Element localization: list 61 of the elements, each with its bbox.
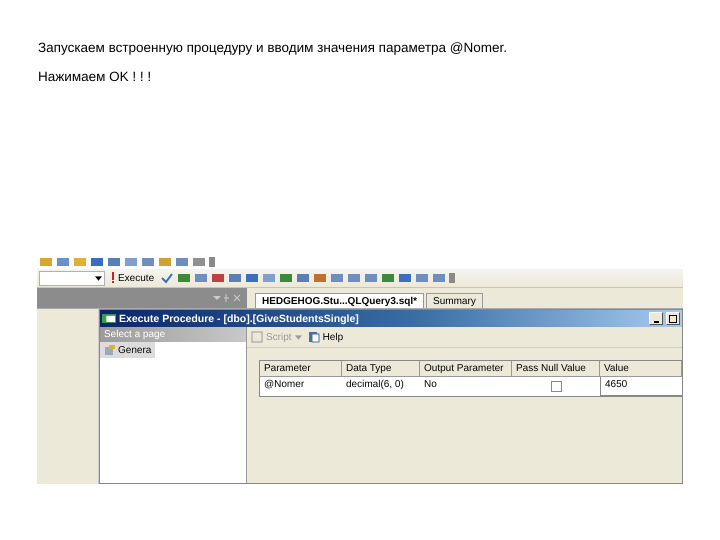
table-cell-text: No [423, 378, 438, 392]
toolbar-icon[interactable] [296, 272, 310, 284]
toolbar-icon[interactable] [192, 256, 206, 268]
execute-button[interactable]: Execute [108, 272, 158, 284]
panel-controls-icon[interactable] [211, 293, 241, 303]
toolbar-icon[interactable] [141, 256, 155, 268]
toolbar-icon[interactable] [73, 256, 87, 268]
overflow-icon[interactable] [449, 273, 456, 283]
document-tab[interactable]: Summary [426, 293, 483, 308]
toolbar-icon[interactable] [313, 272, 328, 284]
toolbar-icon[interactable] [262, 272, 276, 284]
toolbar-icon[interactable] [228, 272, 242, 284]
toolbar-icon[interactable] [381, 272, 396, 284]
toolbar-icon[interactable] [177, 272, 192, 284]
overflow-icon[interactable] [209, 256, 215, 266]
table-cell-text: @Nomer [263, 378, 306, 392]
minimize-button[interactable] [649, 312, 663, 325]
exclamation-icon [111, 272, 115, 284]
page-icon [104, 344, 116, 356]
column-header[interactable]: Output Parameter [420, 361, 512, 377]
instruction-text: Запускаем встроенную процедуру и вводим значения параметра @Nomer. [37, 39, 508, 57]
toolbar-icon[interactable] [432, 272, 446, 284]
instruction-text: Нажимаем OK ! ! ! [37, 68, 152, 86]
caret-icon [294, 334, 302, 340]
help-button[interactable]: Help [308, 331, 344, 343]
toolbar-icon[interactable] [398, 272, 412, 284]
toolbar-icon[interactable] [330, 272, 344, 284]
window-title: Execute Procedure - [dbo].[GiveStudentsSingle] [119, 312, 359, 324]
toolbar-icon[interactable] [211, 272, 226, 284]
section-header: Select a page [100, 327, 246, 342]
value-input[interactable]: 4650 [600, 377, 682, 396]
column-header[interactable]: Value [600, 361, 682, 377]
maximize-button[interactable] [666, 312, 680, 325]
help-icon [308, 331, 320, 343]
checkmark-icon[interactable] [160, 272, 174, 284]
table-cell-text: decimal(6, 0) [345, 378, 405, 392]
toolbar-icon[interactable] [194, 272, 208, 284]
toolbar-icon[interactable] [175, 256, 189, 268]
column-header[interactable]: Parameter [260, 361, 342, 377]
toolbar-icon[interactable] [56, 256, 70, 268]
maximize-icon [668, 314, 678, 324]
toolbar-icon[interactable] [279, 272, 294, 284]
page-item[interactable]: Genera [100, 342, 156, 358]
toolbar-icon[interactable] [347, 272, 362, 284]
caret-icon [95, 276, 102, 280]
toolbar-icon[interactable] [124, 256, 138, 268]
column-header[interactable]: Pass Null Value [512, 361, 600, 377]
database-dropdown[interactable] [39, 270, 105, 286]
toolbar-icon[interactable] [107, 256, 121, 268]
toolbar-icon[interactable] [39, 256, 53, 268]
toolbar-icon[interactable] [415, 272, 430, 284]
toolbar-icon[interactable] [158, 256, 172, 268]
toolbar-icon[interactable] [245, 272, 260, 284]
document-tab[interactable]: HEDGEHOG.Stu...QLQuery3.sql* [255, 293, 424, 308]
toolbar-icon[interactable] [90, 256, 104, 268]
checkbox[interactable] [550, 380, 562, 392]
toolbar-icon[interactable] [364, 272, 378, 284]
window-icon [102, 313, 116, 324]
column-header[interactable]: Data Type [342, 361, 420, 377]
script-icon [251, 331, 263, 343]
minimize-icon [654, 320, 658, 322]
